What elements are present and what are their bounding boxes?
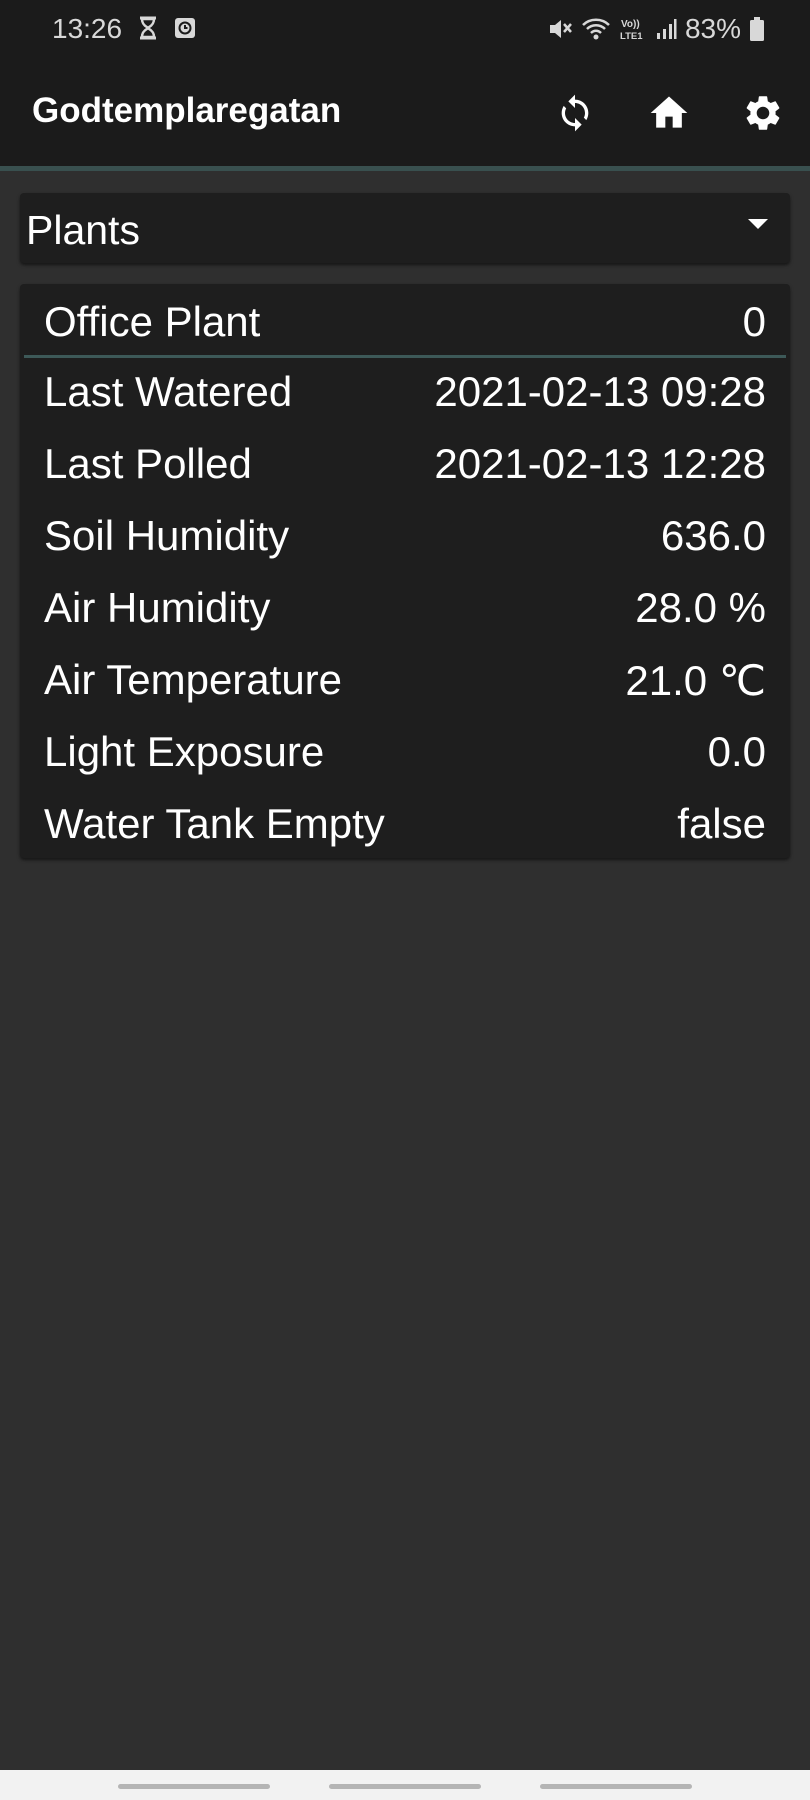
wifi-icon [581, 17, 611, 41]
plant-card: Office Plant 0 Last Watered 2021-02-13 0… [20, 284, 790, 858]
app-actions [528, 60, 810, 166]
settings-icon [742, 92, 784, 134]
reading-label: Air Humidity [44, 584, 271, 631]
reading-row-last-watered: Last Watered 2021-02-13 09:28 [20, 358, 790, 430]
reading-value: 28.0 % [635, 584, 766, 631]
battery-icon [749, 16, 765, 42]
reading-label: Air Temperature [44, 656, 343, 703]
settings-button[interactable] [716, 60, 810, 166]
reading-value: 0.0 [707, 728, 766, 775]
svg-text:LTE1: LTE1 [620, 31, 643, 42]
clock-app-icon [174, 17, 196, 39]
status-time: 13:26 [52, 13, 123, 44]
reading-label: Last Watered [44, 368, 293, 415]
plant-card-header[interactable]: Office Plant 0 [20, 284, 790, 354]
reading-label: Light Exposure [44, 728, 325, 775]
nav-recents-button[interactable] [118, 1784, 270, 1789]
status-right: Vo)) LTE1 83% [547, 13, 765, 45]
reading-row-soil-humidity: Soil Humidity 636.0 [20, 502, 790, 574]
hourglass-icon [138, 16, 158, 40]
app-bar: Godtemplaregatan [0, 60, 810, 166]
sync-button[interactable] [528, 60, 622, 166]
status-bar: 13:26 Vo)) LTE1 83% [0, 0, 810, 60]
nav-back-button[interactable] [540, 1784, 692, 1789]
plant-count: 0 [742, 298, 766, 345]
app-bar-accent-line [0, 166, 810, 171]
mute-icon [547, 16, 573, 42]
reading-label: Last Polled [44, 440, 252, 487]
signal-icon [655, 18, 677, 40]
reading-row-light-exposure: Light Exposure 0.0 [20, 718, 790, 790]
reading-row-air-temperature: Air Temperature 21.0 ℃ [20, 646, 790, 718]
dropdown-selected-value: Plants [26, 207, 140, 253]
svg-text:Vo)): Vo)) [621, 19, 640, 30]
reading-value: 21.0 ℃ [625, 657, 766, 704]
reading-value: 2021-02-13 12:28 [434, 440, 766, 487]
reading-value: false [677, 800, 766, 847]
plant-name: Office Plant [44, 298, 261, 345]
app-screen: 13:26 Vo)) LTE1 83% Godtemplaregatan Pla… [0, 0, 810, 1800]
category-dropdown[interactable]: Plants [20, 193, 790, 263]
sync-icon [555, 93, 595, 133]
dropdown-arrow-icon [748, 219, 768, 229]
volte-lte-icon: Vo)) LTE1 [619, 16, 647, 42]
plant-readings: Last Watered 2021-02-13 09:28 Last Polle… [20, 358, 790, 862]
app-title: Godtemplaregatan [32, 91, 342, 130]
nav-home-button[interactable] [329, 1784, 481, 1789]
battery-percent: 83% [684, 13, 741, 44]
reading-value: 636.0 [660, 512, 766, 559]
reading-value: 2021-02-13 09:28 [434, 368, 766, 415]
home-button[interactable] [622, 60, 716, 166]
reading-row-water-tank-empty: Water Tank Empty false [20, 790, 790, 862]
reading-row-last-polled: Last Polled 2021-02-13 12:28 [20, 430, 790, 502]
reading-label: Water Tank Empty [44, 800, 385, 847]
status-left-icons [138, 16, 196, 40]
home-icon [647, 91, 691, 135]
system-nav-bar [0, 1770, 810, 1800]
reading-row-air-humidity: Air Humidity 28.0 % [20, 574, 790, 646]
reading-label: Soil Humidity [44, 512, 290, 559]
